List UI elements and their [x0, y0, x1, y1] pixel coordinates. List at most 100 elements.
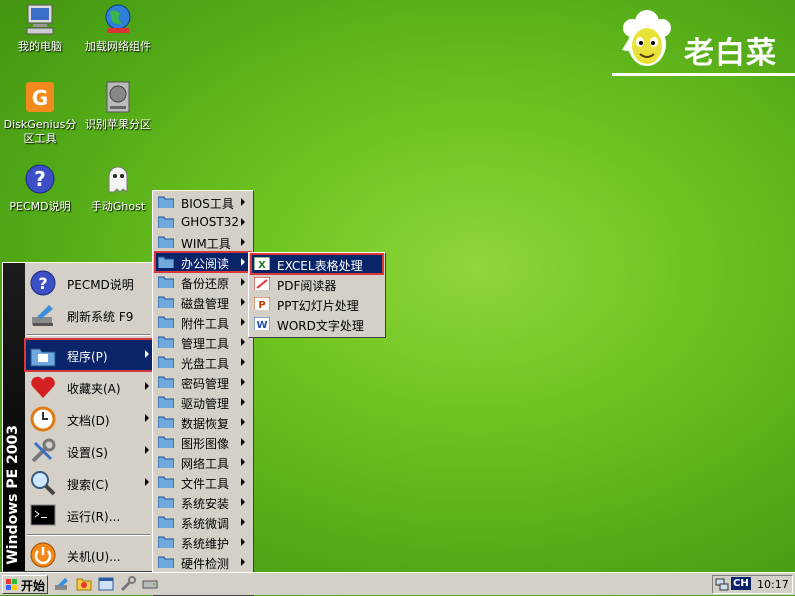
svg-text:?: ?	[38, 274, 47, 293]
submenu-arrow-icon	[241, 478, 245, 486]
programs-item-label: 磁盘管理	[181, 297, 230, 311]
start-item-favorites[interactable]: 收藏夹(A)	[25, 371, 153, 403]
submenu-arrow-icon	[241, 538, 245, 546]
programs-item[interactable]: GHOST32	[155, 212, 251, 232]
start-item-programs[interactable]: 程序(P)	[24, 338, 154, 372]
programs-item[interactable]: 系统安装	[155, 492, 251, 512]
submenu-arrow-icon	[241, 318, 245, 326]
folder-icon	[158, 396, 174, 408]
start-button[interactable]: 开始	[2, 575, 48, 594]
programs-item[interactable]: 附件工具	[155, 312, 251, 332]
programs-item-label: 图形图像	[181, 437, 230, 451]
submenu-arrow-icon	[145, 478, 149, 486]
pdf-icon	[254, 277, 270, 290]
quicklaunch-brush-icon[interactable]	[54, 576, 70, 592]
submenu-arrow-icon	[241, 218, 245, 226]
clock: 10:17	[757, 578, 789, 591]
quicklaunch-drive-icon[interactable]	[142, 576, 158, 592]
desktop-icon-label: DiskGenius分区工具	[3, 118, 77, 145]
folder-icon	[158, 196, 174, 208]
programs-item[interactable]: 文件工具	[155, 472, 251, 492]
programs-item-label: 系统安装	[181, 497, 230, 511]
folder-icon	[158, 516, 174, 528]
start-item-label: 搜索(C)	[67, 478, 109, 492]
submenu-arrow-icon	[241, 558, 245, 566]
start-button-label: 开始	[21, 579, 46, 593]
office-item-label: EXCEL表格处理	[277, 259, 363, 273]
desktop-icon-pecmd-help[interactable]: ? PECMD说明	[0, 162, 80, 214]
help-question-icon: ?	[30, 270, 56, 296]
start-item-search[interactable]: 搜索(C)	[25, 467, 153, 499]
folder-icon	[158, 536, 174, 548]
programs-item[interactable]: 密码管理	[155, 372, 251, 392]
programs-item[interactable]: 磁盘管理	[155, 292, 251, 312]
desktop-icon-manual-ghost[interactable]: 手动Ghost	[78, 162, 158, 214]
desktop-icon-load-network[interactable]: 加载网络组件	[78, 2, 158, 54]
submenu-arrow-icon	[241, 338, 245, 346]
office-item-excel[interactable]: X EXCEL表格处理	[250, 253, 384, 275]
start-item-refresh-system[interactable]: 刷新系统 F9	[25, 299, 153, 331]
windows-logo-icon	[6, 579, 17, 590]
start-item-run[interactable]: 运行(R)...	[25, 499, 153, 531]
start-item-label: 刷新系统 F9	[67, 310, 134, 324]
programs-item[interactable]: 硬件检测	[155, 552, 251, 572]
start-item-pecmd-help[interactable]: ? PECMD说明	[25, 267, 153, 299]
network-tray-icon[interactable]	[715, 577, 729, 591]
quicklaunch-folder-icon[interactable]	[76, 576, 92, 592]
folder-icon	[158, 276, 174, 288]
start-item-shutdown[interactable]: 关机(U)...	[25, 539, 153, 571]
submenu-arrow-icon	[145, 414, 149, 422]
diskgenius-icon: G	[23, 80, 57, 114]
submenu-arrow-icon	[241, 278, 245, 286]
office-item-label: PDF阅读器	[277, 279, 337, 293]
start-item-documents[interactable]: 文档(D)	[25, 403, 153, 435]
office-item-ppt[interactable]: P PPT幻灯片处理	[251, 294, 383, 314]
quicklaunch-explorer-icon[interactable]	[98, 576, 114, 592]
desktop-icon-apple-partition[interactable]: 识别苹果分区	[78, 80, 158, 132]
office-item-pdf[interactable]: PDF阅读器	[251, 274, 383, 294]
programs-item[interactable]: 系统微调	[155, 512, 251, 532]
programs-item-label: 文件工具	[181, 477, 230, 491]
programs-item-label: 数据恢复	[181, 417, 230, 431]
programs-item-label: 硬件检测	[181, 557, 230, 571]
submenu-arrow-icon	[145, 350, 149, 358]
office-item-word[interactable]: W WORD文字处理	[251, 314, 383, 334]
programs-item[interactable]: 网络工具	[155, 452, 251, 472]
submenu-arrow-icon	[241, 298, 245, 306]
taskbar: 开始 CH 10:17	[0, 572, 795, 595]
folder-icon	[158, 356, 174, 368]
programs-item[interactable]: WIM工具	[155, 232, 251, 252]
programs-item-label: 光盘工具	[181, 357, 230, 371]
start-item-label: 文档(D)	[67, 414, 110, 428]
folder-icon	[158, 336, 174, 348]
desktop-icon-diskgenius[interactable]: G DiskGenius分区工具	[0, 80, 80, 146]
programs-item-label: BIOS工具	[181, 197, 234, 211]
start-item-settings[interactable]: 设置(S)	[25, 435, 153, 467]
programs-item[interactable]: 备份还原	[155, 272, 251, 292]
programs-item[interactable]: 系统维护	[155, 532, 251, 552]
programs-item[interactable]: 数据恢复	[155, 412, 251, 432]
programs-item[interactable]: 办公阅读	[154, 251, 252, 273]
programs-item-label: GHOST32	[181, 215, 239, 229]
start-item-label: PECMD说明	[67, 278, 134, 292]
submenu-arrow-icon	[241, 398, 245, 406]
language-indicator[interactable]: CH	[731, 577, 751, 590]
settings-tools-icon	[31, 438, 56, 463]
start-item-label: 运行(R)...	[67, 510, 121, 524]
programs-item[interactable]: 光盘工具	[155, 352, 251, 372]
folder-icon	[158, 296, 174, 308]
programs-item[interactable]: 图形图像	[155, 432, 251, 452]
office-reading-submenu: X EXCEL表格处理 PDF阅读器 P PPT幻灯片处理 W WORD文字处理	[248, 252, 386, 338]
programs-item-label: 密码管理	[181, 377, 230, 391]
quicklaunch-tools-icon[interactable]	[120, 576, 136, 592]
programs-item[interactable]: 驱动管理	[155, 392, 251, 412]
folder-icon	[158, 416, 174, 428]
desktop-icon-my-computer[interactable]: 我的电脑	[0, 2, 80, 54]
programs-submenu: BIOS工具 GHOST32 WIM工具 办公阅读 备份还原磁盘管理 附件工具 管理工具光盘…	[152, 190, 254, 596]
programs-item[interactable]: 管理工具	[155, 332, 251, 352]
programs-item[interactable]: BIOS工具	[155, 192, 251, 212]
submenu-arrow-icon	[241, 518, 245, 526]
globe-network-icon	[101, 2, 135, 36]
submenu-arrow-icon	[145, 446, 149, 454]
submenu-arrow-icon	[241, 198, 245, 206]
